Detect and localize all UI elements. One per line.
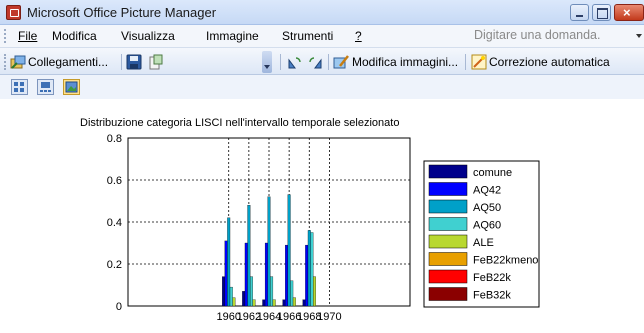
legend-label: ALE (473, 237, 494, 249)
title-bar: Microsoft Office Picture Manager × (0, 0, 644, 25)
toolbar-separator (280, 54, 281, 70)
y-tick-label: 0.6 (107, 175, 122, 187)
menu-immagine[interactable]: Immagine (206, 29, 259, 43)
standard-toolbar: Collegamenti... Modifica immagini... Cor… (0, 47, 644, 75)
bar-aq50 (307, 230, 311, 307)
auto-correct-icon[interactable] (471, 54, 487, 70)
y-tick-label: 0.4 (107, 217, 122, 229)
edit-pictures-button[interactable]: Modifica immagini... (352, 55, 458, 69)
bar-comune (302, 299, 306, 307)
picture-manager-app-icon[interactable] (6, 5, 21, 20)
bar-aq50 (227, 217, 231, 307)
menu-file[interactable]: File (18, 29, 37, 43)
chart-legend: comune AQ42 AQ50 AQ60 ALE FeB22kmeno FeB22k FeB… (423, 160, 540, 308)
close-button[interactable]: × (614, 4, 644, 21)
legend-swatch (428, 252, 468, 266)
edit-pictures-icon[interactable] (333, 54, 349, 70)
bar-aq42 (224, 240, 228, 307)
bar-aq60 (290, 280, 294, 307)
shortcuts-button[interactable]: Collegamenti... (28, 55, 108, 69)
legend-label: AQ50 (473, 202, 501, 214)
bar-aq42 (244, 242, 248, 307)
filmstrip-view-icon[interactable] (37, 79, 54, 95)
bar-ale (272, 299, 276, 307)
shortcuts-icon[interactable] (10, 54, 26, 70)
bar-comune (222, 276, 225, 307)
bar-aq50 (247, 205, 251, 307)
legend-swatch (428, 287, 468, 301)
toolbar-separator (121, 54, 122, 70)
thumbnails-view-icon[interactable] (11, 79, 28, 95)
bar-aq60 (229, 286, 233, 307)
menu-grip-handle[interactable] (4, 29, 7, 43)
menu-bar: File Modifica Visualizza Immagine Strume… (0, 25, 644, 47)
minimize-button[interactable] (570, 4, 589, 21)
toolbar-separator (465, 54, 466, 70)
bar-aq50 (267, 196, 271, 307)
toolbar-overflow-button[interactable] (262, 51, 272, 73)
bar-ale (232, 297, 236, 307)
maximize-button[interactable] (592, 4, 611, 21)
bar-comune (262, 299, 266, 307)
legend-swatch (428, 217, 468, 231)
help-dropdown-icon[interactable] (636, 34, 642, 38)
legend-label: comune (473, 167, 512, 179)
y-tick-label: 0.8 (107, 133, 122, 145)
x-tick-label: 1970 (317, 311, 341, 323)
bar-aq42 (285, 244, 288, 307)
menu-modifica[interactable]: Modifica (52, 29, 97, 43)
bar-aq50 (287, 194, 291, 307)
auto-correct-button[interactable]: Correzione automatica (489, 55, 610, 69)
chart-title: Distribuzione categoria LISCI nell'inter… (80, 117, 399, 129)
toolbar-separator (328, 54, 329, 70)
legend-label: FeB22k (473, 272, 511, 284)
bar-comune (282, 299, 286, 307)
bar-aq60 (250, 276, 253, 307)
view-toolbar (0, 75, 644, 99)
legend-label: AQ42 (473, 185, 501, 197)
bar-aq60 (270, 276, 274, 307)
legend-swatch (428, 199, 468, 214)
bar-comune (242, 291, 246, 307)
menu-visualizza[interactable]: Visualizza (121, 29, 175, 43)
window-title: Microsoft Office Picture Manager (27, 5, 217, 20)
bar-ale (292, 297, 296, 307)
picture-display-area[interactable]: Distribuzione categoria LISCI nell'inter… (0, 99, 644, 333)
menu-help[interactable]: ? (355, 29, 362, 43)
rotate-right-icon[interactable] (308, 54, 324, 70)
save-icon[interactable] (126, 54, 142, 70)
legend-swatch (428, 164, 468, 179)
help-search-input[interactable]: Digitare una domanda. (470, 27, 636, 45)
bar-aq60 (310, 232, 314, 307)
rotate-left-icon[interactable] (286, 54, 302, 70)
y-tick-label: 0 (116, 301, 122, 313)
menu-strumenti[interactable]: Strumenti (282, 29, 333, 43)
bar-aq42 (264, 242, 268, 307)
bar-aq42 (305, 244, 309, 307)
toolbar-grip-handle[interactable] (4, 54, 7, 70)
legend-label: FeB22kmeno (473, 255, 538, 267)
single-picture-view-icon[interactable] (63, 79, 80, 95)
legend-swatch (428, 182, 468, 196)
legend-label: FeB32k (473, 290, 511, 302)
legend-swatch (428, 234, 468, 249)
legend-label: AQ60 (473, 220, 501, 232)
bar-ale (313, 276, 316, 307)
chart: Distribuzione categoria LISCI nell'inter… (80, 117, 540, 323)
close-icon: × (623, 5, 631, 20)
export-icon[interactable] (148, 54, 164, 70)
y-tick-label: 0.2 (107, 259, 122, 271)
legend-swatch (428, 269, 468, 284)
bar-ale (252, 299, 256, 307)
